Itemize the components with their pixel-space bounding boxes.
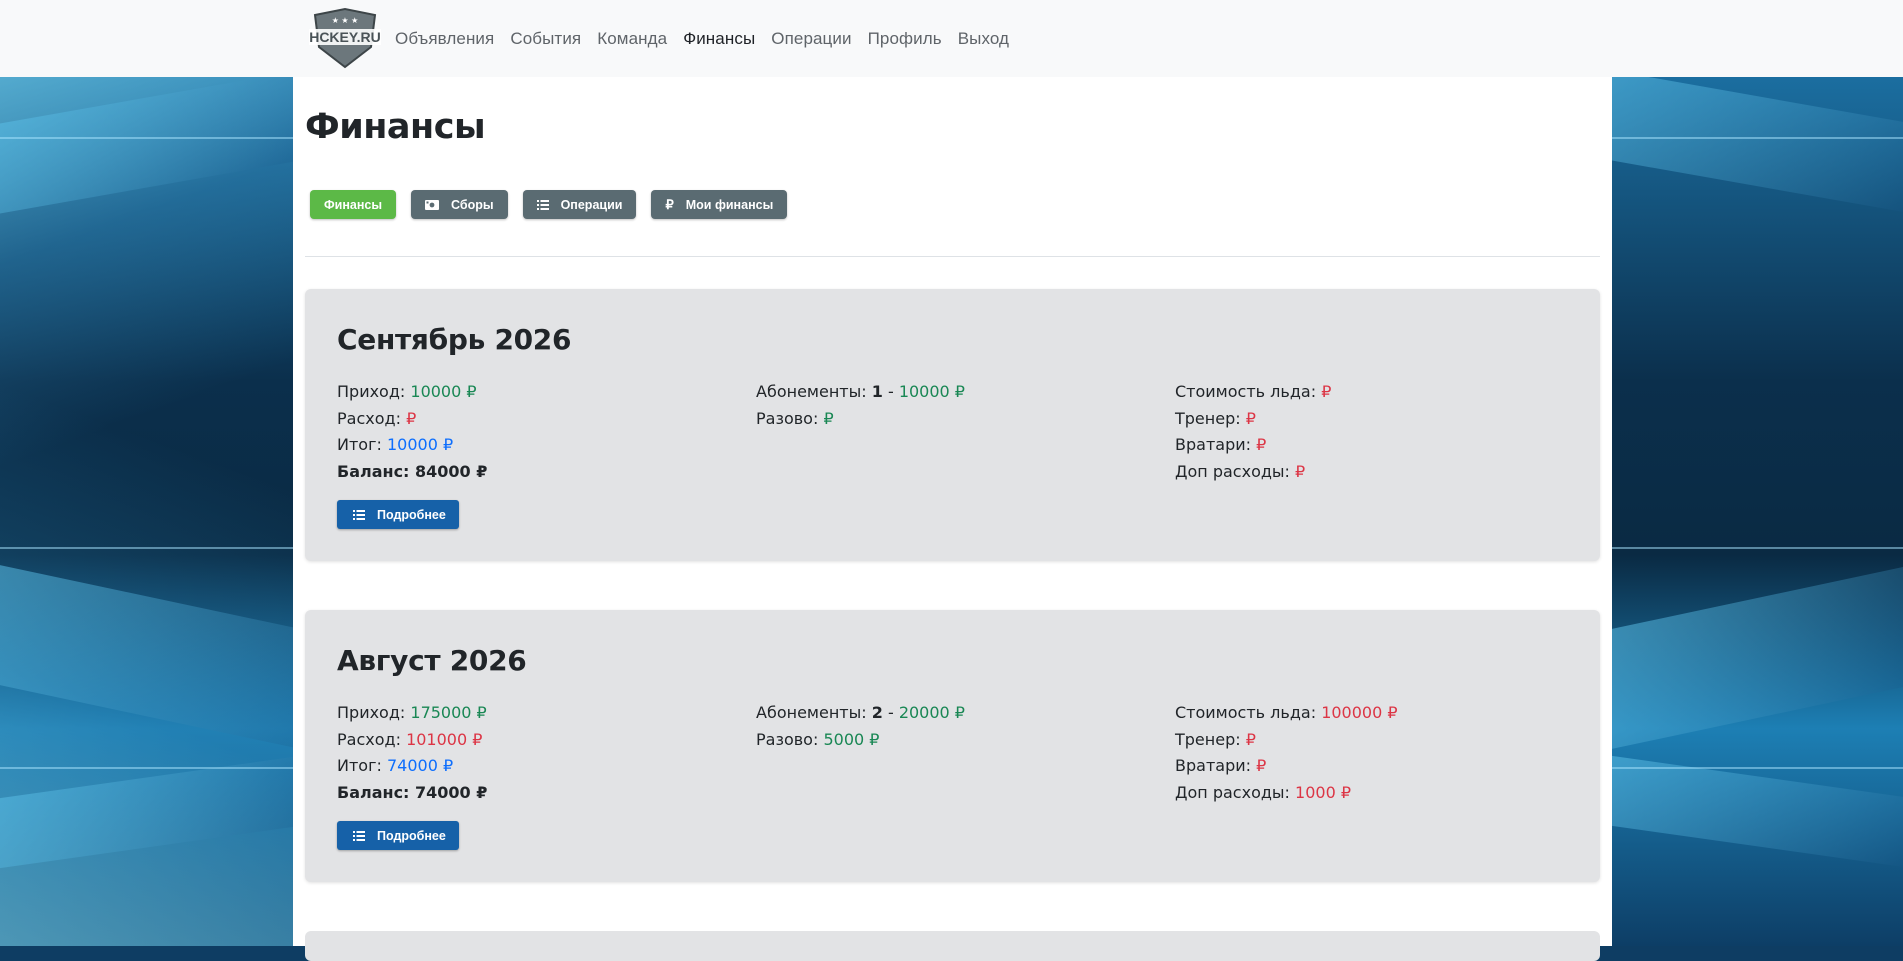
nav-link-events[interactable]: События: [510, 29, 581, 49]
tab-finance-label: Финансы: [324, 197, 383, 212]
income-row: Приход: 10000 ₽: [337, 382, 477, 401]
ice-cost-row: Стоимость льда: ₽: [1175, 382, 1332, 401]
nav-link-logout[interactable]: Выход: [958, 29, 1009, 49]
coach-value: ₽: [1245, 408, 1256, 428]
logo-text: HCKEY.RU: [309, 29, 381, 45]
subscriptions-value: 10000 ₽: [898, 382, 965, 401]
subscriptions-value: 20000 ₽: [898, 703, 965, 722]
tab-operations-label: Операции: [560, 197, 623, 212]
summary-column: Приход: 10000 ₽ Расход: ₽ Итог: 10000 ₽ …: [337, 379, 487, 485]
goalies-row: Вратари: ₽: [1175, 435, 1267, 454]
month-card: Август 2026 Приход: 175000 ₽ Расход: 101…: [305, 610, 1600, 882]
page-title: Финансы: [305, 107, 486, 147]
money-icon: [425, 199, 440, 210]
expense-value: 101000 ₽: [406, 729, 483, 749]
income-breakdown-column: Абонементы: 2 - 20000 ₽ Разово: 5000 ₽: [756, 700, 965, 753]
extra-expenses-value: ₽: [1295, 461, 1306, 481]
income-row: Приход: 175000 ₽: [337, 703, 487, 722]
goalies-value: ₽: [1256, 756, 1267, 775]
total-row: Итог: 10000 ₽: [337, 435, 454, 454]
summary-column: Приход: 175000 ₽ Расход: 101000 ₽ Итог: …: [337, 700, 487, 806]
nav-link-operations[interactable]: Операции: [771, 29, 851, 49]
month-card: Сентябрь 2026 Приход: 10000 ₽ Расход: ₽ …: [305, 289, 1600, 561]
income-value: 10000 ₽: [410, 382, 477, 401]
logo-icon[interactable]: HCKEY.RU ★ ★ ★: [307, 7, 383, 69]
month-title: Август 2026: [337, 644, 527, 677]
coach-value: ₽: [1245, 729, 1256, 749]
tab-my-finance[interactable]: ₽ Мои финансы: [651, 190, 788, 219]
one-time-row: Разово: 5000 ₽: [756, 729, 880, 749]
nav-links: Объявления События Команда Финансы Опера…: [395, 0, 1025, 77]
divider: [305, 256, 1600, 257]
ice-cost-value: ₽: [1321, 382, 1332, 401]
extra-expenses-row: Доп расходы: ₽: [1175, 461, 1306, 481]
extra-expenses-row: Доп расходы: 1000 ₽: [1175, 782, 1352, 802]
details-button-label: Подробнее: [377, 828, 446, 843]
top-navbar: HCKEY.RU ★ ★ ★ Объявления События Команд…: [0, 0, 1903, 77]
one-time-value: 5000 ₽: [823, 729, 880, 749]
goalies-value: ₽: [1256, 435, 1267, 454]
nav-link-announcements[interactable]: Объявления: [395, 29, 494, 49]
finance-tabs: Финансы Сборы Операции ₽ Мои финансы: [310, 190, 802, 219]
month-title: Сентябрь 2026: [337, 323, 572, 356]
details-button[interactable]: Подробнее: [337, 821, 459, 850]
ruble-icon: ₽: [665, 196, 674, 212]
details-button-label: Подробнее: [377, 507, 446, 522]
details-button[interactable]: Подробнее: [337, 500, 459, 529]
expense-breakdown-column: Стоимость льда: 100000 ₽ Тренер: ₽ Врата…: [1175, 700, 1398, 806]
extra-expenses-value: 1000 ₽: [1295, 782, 1352, 802]
nav-link-team[interactable]: Команда: [597, 29, 667, 49]
one-time-value: ₽: [823, 408, 834, 428]
total-value: 74000 ₽: [386, 756, 454, 775]
month-card-partial: [305, 931, 1600, 961]
total-row: Итог: 74000 ₽: [337, 756, 454, 775]
ice-cost-value: 100000 ₽: [1321, 703, 1398, 722]
main-container: Финансы Финансы Сборы Операции ₽ Мои фин…: [293, 77, 1612, 961]
svg-text:★ ★ ★: ★ ★ ★: [332, 16, 359, 25]
list-icon: [536, 199, 549, 210]
list-icon: [353, 830, 365, 841]
nav-link-finance[interactable]: Финансы: [683, 29, 755, 49]
one-time-row: Разово: ₽: [756, 408, 834, 428]
subscriptions-row: Абонементы: 2 - 20000 ₽: [756, 703, 965, 722]
nav-link-profile[interactable]: Профиль: [868, 29, 942, 49]
goalies-row: Вратари: ₽: [1175, 756, 1267, 775]
expense-row: Расход: 101000 ₽: [337, 729, 483, 749]
tab-fees[interactable]: Сборы: [411, 190, 508, 219]
subscriptions-row: Абонементы: 1 - 10000 ₽: [756, 382, 965, 401]
income-value: 175000 ₽: [410, 703, 487, 722]
tab-operations[interactable]: Операции: [522, 190, 637, 219]
coach-row: Тренер: ₽: [1175, 729, 1256, 749]
tab-my-finance-label: Мои финансы: [685, 197, 774, 212]
tab-fees-label: Сборы: [451, 197, 494, 212]
coach-row: Тренер: ₽: [1175, 408, 1256, 428]
expense-breakdown-column: Стоимость льда: ₽ Тренер: ₽ Вратари: ₽ Д…: [1175, 379, 1331, 485]
balance-row: Баланс: 74000 ₽: [337, 782, 488, 802]
ice-cost-row: Стоимость льда: 100000 ₽: [1175, 703, 1398, 722]
expense-row: Расход: ₽: [337, 408, 417, 428]
list-icon: [353, 509, 365, 520]
total-value: 10000 ₽: [386, 435, 454, 454]
income-breakdown-column: Абонементы: 1 - 10000 ₽ Разово: ₽: [756, 379, 965, 432]
tab-finance[interactable]: Финансы: [310, 190, 397, 219]
balance-row: Баланс: 84000 ₽: [337, 461, 488, 481]
expense-value: ₽: [406, 408, 417, 428]
